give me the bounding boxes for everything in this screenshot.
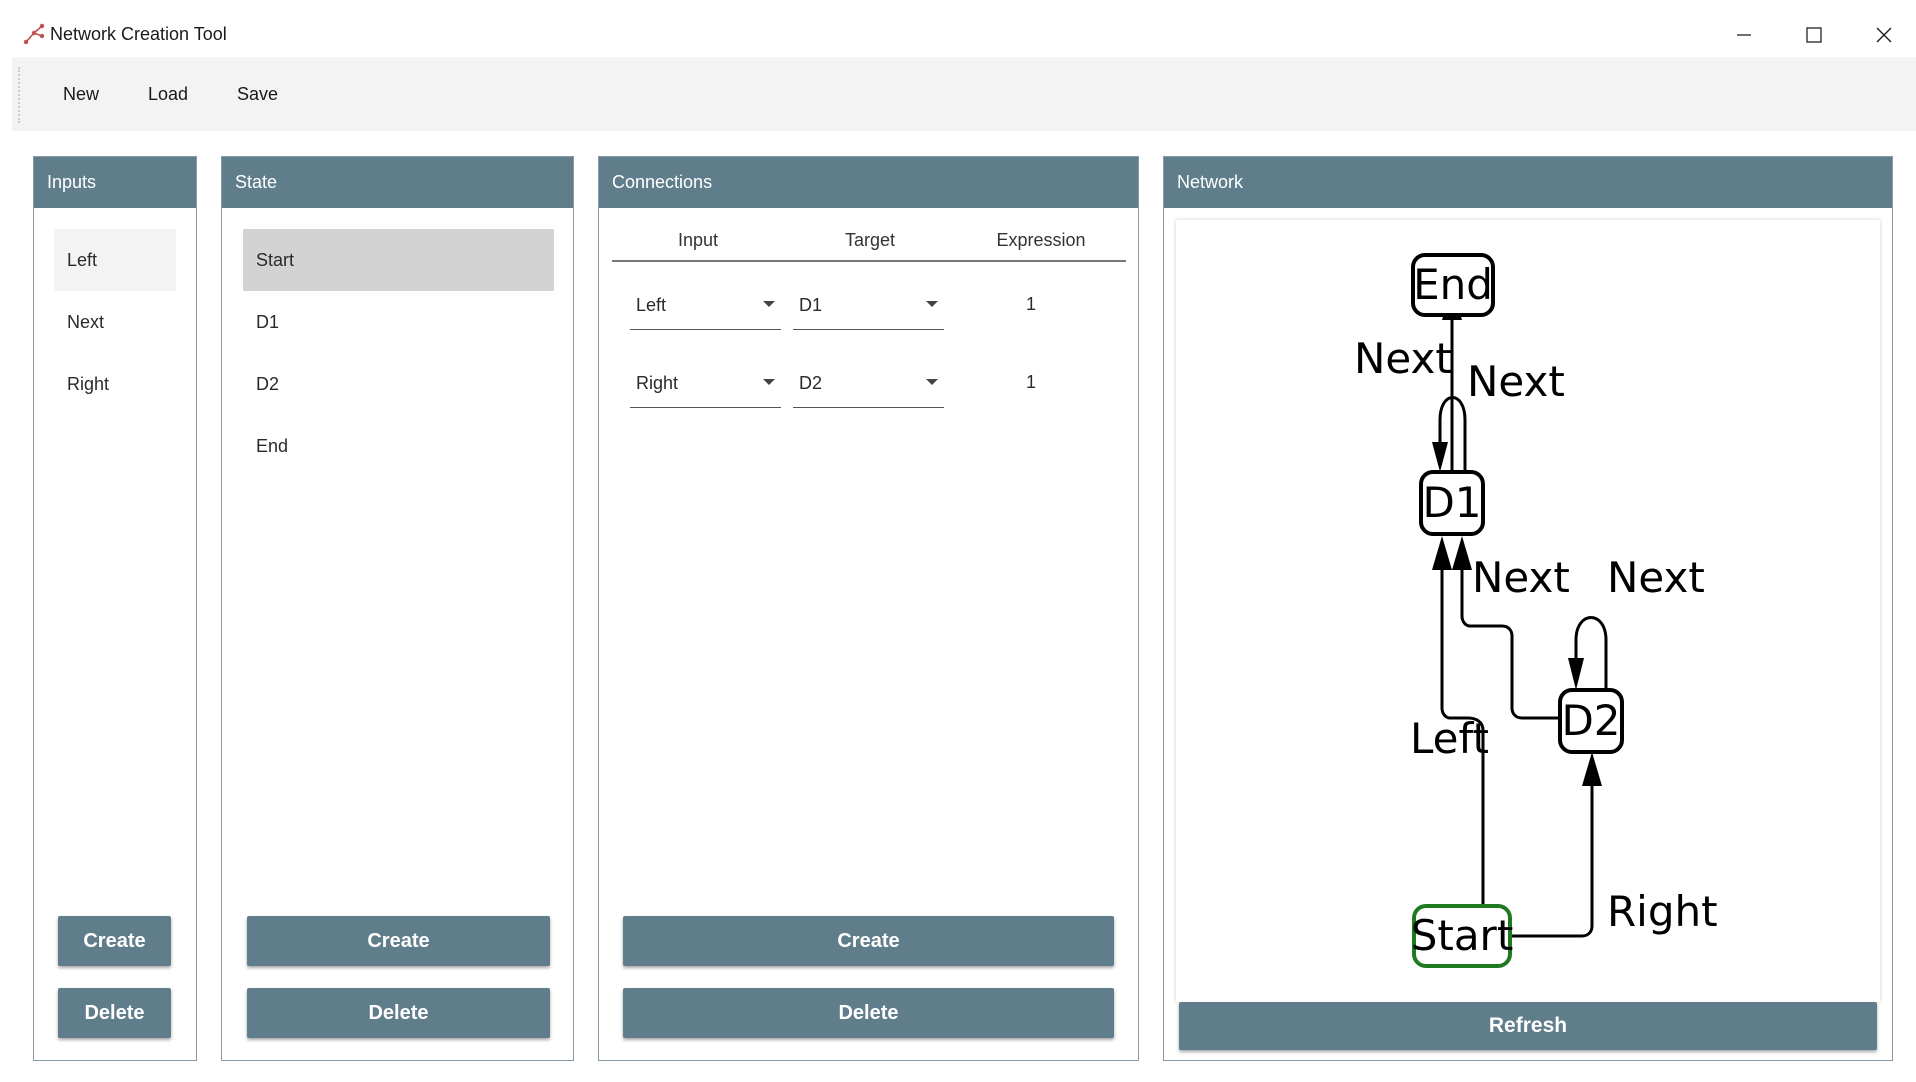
edge-start-d2: [1512, 780, 1594, 938]
connection-input-select[interactable]: Left: [630, 280, 781, 330]
input-item-left[interactable]: Left: [54, 229, 176, 291]
chevron-down-icon: [763, 379, 775, 385]
network-panel-title: Network: [1164, 157, 1892, 208]
arrowhead: [1582, 752, 1602, 786]
toolbar-grip: [18, 67, 20, 123]
connection-expression[interactable]: 1: [1016, 294, 1046, 315]
edge-label: Next: [1354, 334, 1452, 383]
arrowhead: [1432, 442, 1448, 472]
state-item-d2[interactable]: D2: [243, 353, 554, 415]
maximize-button[interactable]: [1784, 14, 1844, 56]
state-delete-button[interactable]: Delete: [247, 988, 550, 1038]
network-icon: [22, 22, 46, 46]
edge-d2-d2: [1574, 616, 1608, 690]
connections-create-button[interactable]: Create: [623, 916, 1114, 966]
maximize-icon: [1806, 27, 1822, 43]
minimize-button[interactable]: [1714, 14, 1774, 56]
edge-label: Next: [1467, 357, 1565, 406]
column-header-expression: Expression: [996, 230, 1086, 250]
connection-input-value: Left: [636, 295, 667, 315]
minimize-icon: [1737, 34, 1751, 36]
menu-save[interactable]: Save: [229, 57, 286, 131]
column-header-target: Target: [844, 230, 896, 250]
state-create-button[interactable]: Create: [247, 916, 550, 966]
edge-label: Next: [1607, 553, 1705, 602]
close-button[interactable]: [1854, 14, 1914, 56]
input-item-right[interactable]: Right: [54, 353, 176, 415]
network-graph: End D1 D2 Start Next Next Next Next Left…: [1354, 253, 1718, 968]
graph-node-start-label: Start: [1411, 911, 1514, 960]
menu-new[interactable]: New: [55, 57, 107, 131]
edge-label: Right: [1607, 887, 1718, 936]
graph-node-d1-label: D1: [1422, 478, 1481, 527]
input-item-next[interactable]: Next: [54, 291, 176, 353]
window-title: Network Creation Tool: [50, 24, 227, 44]
state-item-end[interactable]: End: [243, 415, 554, 477]
connection-input-value: Right: [636, 373, 679, 393]
chevron-down-icon: [926, 301, 938, 307]
connection-target-select[interactable]: D1: [793, 280, 944, 330]
connection-input-select[interactable]: Right: [630, 358, 781, 408]
connections-panel-title: Connections: [599, 157, 1138, 208]
arrowhead: [1452, 536, 1472, 570]
edge-label: Next: [1472, 553, 1570, 602]
connections-delete-button[interactable]: Delete: [623, 988, 1114, 1038]
column-header-input: Input: [677, 230, 719, 250]
edge-label: Left: [1410, 714, 1489, 763]
arrowhead: [1568, 658, 1584, 690]
inputs-create-button[interactable]: Create: [58, 916, 171, 966]
graph-node-end-label: End: [1413, 260, 1493, 309]
refresh-button[interactable]: Refresh: [1179, 1002, 1877, 1050]
close-icon: [1876, 27, 1892, 43]
header-divider: [612, 260, 1126, 262]
connection-target-value: D2: [799, 373, 823, 393]
chevron-down-icon: [926, 379, 938, 385]
connection-target-value: D1: [799, 295, 823, 315]
connection-target-select[interactable]: D2: [793, 358, 944, 408]
state-item-d1[interactable]: D1: [243, 291, 554, 353]
connection-expression[interactable]: 1: [1016, 372, 1046, 393]
menu-load[interactable]: Load: [140, 57, 196, 131]
chevron-down-icon: [763, 301, 775, 307]
network-graph-canvas[interactable]: End D1 D2 Start Next Next Next Next Left…: [1176, 220, 1880, 1002]
state-item-start[interactable]: Start: [243, 229, 554, 291]
state-panel-title: State: [222, 157, 573, 208]
arrowhead: [1432, 536, 1452, 570]
menu-bar: New Load Save: [12, 57, 1916, 131]
inputs-panel-title: Inputs: [34, 157, 196, 208]
inputs-delete-button[interactable]: Delete: [58, 988, 171, 1038]
graph-node-d2-label: D2: [1561, 696, 1620, 745]
